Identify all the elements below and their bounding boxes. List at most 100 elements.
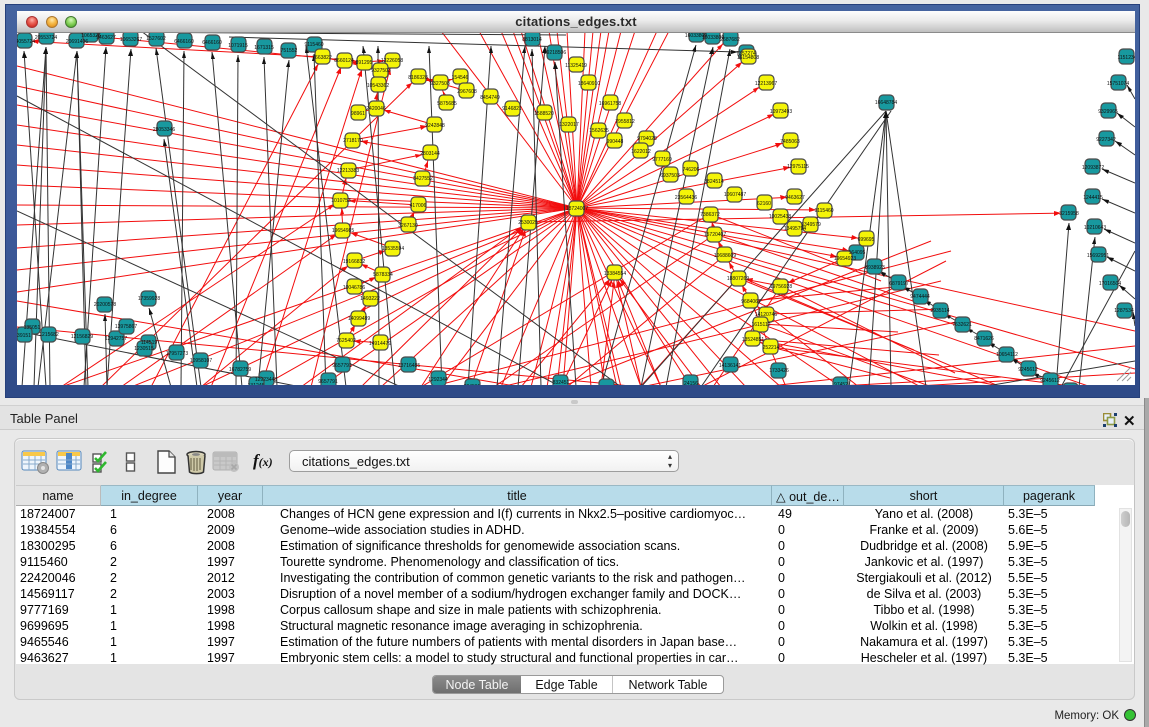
svg-text:2967608: 2967608 <box>457 89 477 95</box>
svg-text:13975867: 13975867 <box>115 324 137 330</box>
svg-text:2803144: 2803144 <box>420 151 440 157</box>
svg-text:7485063: 7485063 <box>780 139 800 145</box>
svg-text:62160: 62160 <box>757 201 771 207</box>
svg-text:10607487: 10607487 <box>724 192 746 198</box>
svg-text:8454749: 8454749 <box>480 95 500 101</box>
svg-text:1071915: 1071915 <box>228 43 248 49</box>
svg-text:17359928: 17359928 <box>138 296 160 302</box>
svg-text:39151: 39151 <box>17 333 31 339</box>
svg-text:2687682: 2687682 <box>720 37 740 43</box>
svg-text:15692951: 15692951 <box>1087 253 1109 259</box>
svg-text:8427552: 8427552 <box>413 176 433 182</box>
svg-text:9327503: 9327503 <box>371 68 391 74</box>
svg-text:23564436: 23564436 <box>675 195 697 201</box>
svg-text:12156829: 12156829 <box>71 334 93 340</box>
svg-text:24156: 24156 <box>684 381 698 385</box>
svg-text:7632621: 7632621 <box>952 322 972 328</box>
svg-text:417006: 417006 <box>410 203 427 209</box>
svg-text:12213383: 12213383 <box>337 168 359 174</box>
svg-text:3215958: 3215958 <box>1059 211 1079 217</box>
svg-text:97452: 97452 <box>834 382 848 385</box>
svg-text:17016504: 17016504 <box>1099 281 1121 287</box>
svg-text:1151234: 1151234 <box>1117 55 1135 61</box>
svg-text:10973493: 10973493 <box>770 109 792 115</box>
svg-text:12093872: 12093872 <box>1082 165 1104 171</box>
svg-text:18807269: 18807269 <box>727 276 749 282</box>
svg-text:14099489: 14099489 <box>348 316 370 322</box>
svg-text:13226058: 13226058 <box>381 58 403 64</box>
svg-text:9146821: 9146821 <box>502 106 522 112</box>
svg-text:1322017: 1322017 <box>559 122 579 128</box>
svg-text:17957273: 17957273 <box>166 351 188 357</box>
svg-text:16782759: 16782759 <box>229 367 251 373</box>
svg-text:8813014: 8813014 <box>522 37 542 43</box>
svg-text:1287534: 1287534 <box>1114 308 1134 314</box>
svg-text:751552: 751552 <box>281 48 298 54</box>
svg-text:6466160: 6466160 <box>202 40 222 46</box>
svg-text:7663822: 7663822 <box>312 55 332 61</box>
svg-text:7386372: 7386372 <box>700 212 720 218</box>
svg-text:7955812: 7955812 <box>615 119 635 125</box>
svg-text:8471626: 8471626 <box>974 336 994 342</box>
svg-text:98961: 98961 <box>351 111 365 117</box>
svg-text:1230515: 1230515 <box>134 346 154 352</box>
svg-text:9227342: 9227342 <box>1096 137 1116 143</box>
svg-text:12975115: 12975115 <box>787 164 809 170</box>
svg-text:6937503: 6937503 <box>660 173 680 179</box>
svg-text:13535594: 13535594 <box>382 246 404 252</box>
svg-text:9657791: 9657791 <box>318 379 338 385</box>
svg-text:252214: 252214 <box>763 345 780 351</box>
svg-text:19756928: 19756928 <box>770 284 792 290</box>
svg-text:699695: 699695 <box>858 237 875 243</box>
svg-text:10958107: 10958107 <box>190 358 212 364</box>
svg-text:5878334: 5878334 <box>373 272 393 278</box>
svg-text:746206: 746206 <box>683 167 700 173</box>
svg-text:14120746: 14120746 <box>755 312 777 318</box>
svg-text:20553724: 20553724 <box>35 35 57 41</box>
svg-text:891295: 891295 <box>356 60 373 66</box>
svg-text:28053346: 28053346 <box>153 127 175 133</box>
svg-text:10654112: 10654112 <box>996 352 1018 358</box>
svg-text:18724007: 18724007 <box>566 206 588 212</box>
svg-text:6879197: 6879197 <box>889 281 909 287</box>
svg-text:131245: 131245 <box>248 383 265 385</box>
svg-text:20200578: 20200578 <box>94 302 116 308</box>
svg-text:1244415: 1244415 <box>1083 195 1103 201</box>
svg-text:11325419: 11325419 <box>565 63 587 69</box>
svg-text:2530025: 2530025 <box>518 220 538 226</box>
svg-text:16961758: 16961758 <box>599 101 621 107</box>
svg-text:13384554: 13384554 <box>604 271 626 277</box>
svg-text:9329965: 9329965 <box>1098 109 1118 115</box>
svg-text:10653267: 10653267 <box>120 37 142 43</box>
svg-text:2935114: 2935114 <box>930 308 949 314</box>
svg-text:9115460: 9115460 <box>304 42 323 48</box>
svg-text:14136141: 14136141 <box>719 363 741 369</box>
svg-text:9327508: 9327508 <box>430 81 450 87</box>
svg-text:154546: 154546 <box>452 75 469 81</box>
svg-text:1588520: 1588520 <box>534 111 554 117</box>
svg-text:9794028: 9794028 <box>637 136 657 142</box>
svg-text:14055724: 14055724 <box>17 39 35 45</box>
svg-text:19654985: 19654985 <box>332 228 354 234</box>
svg-text:8938923: 8938923 <box>865 265 885 271</box>
svg-text:13524851: 13524851 <box>742 337 764 343</box>
svg-text:2718170: 2718170 <box>343 138 363 144</box>
svg-text:8660124: 8660124 <box>334 58 354 64</box>
svg-text:1622012: 1622012 <box>631 149 651 155</box>
svg-text:3267130: 3267130 <box>398 223 418 229</box>
svg-text:8186328: 8186328 <box>408 75 428 81</box>
svg-text:832451: 832451 <box>553 380 570 385</box>
svg-text:1349579: 1349579 <box>801 222 821 228</box>
svg-text:12942757: 12942757 <box>105 336 127 342</box>
svg-text:20691406: 20691406 <box>66 39 88 45</box>
svg-text:19654923: 19654923 <box>834 256 856 262</box>
svg-text:9245612: 9245612 <box>1040 378 1060 384</box>
svg-text:1671315: 1671315 <box>254 45 274 51</box>
svg-text:2420046: 2420046 <box>366 106 386 112</box>
svg-text:9474444: 9474444 <box>910 294 930 300</box>
svg-text:1562635: 1562635 <box>589 128 609 134</box>
svg-text:10025438: 10025438 <box>769 214 791 220</box>
svg-text:16648784: 16648784 <box>875 100 897 106</box>
svg-text:135051: 135051 <box>24 325 41 331</box>
svg-text:924561: 924561 <box>464 384 481 385</box>
